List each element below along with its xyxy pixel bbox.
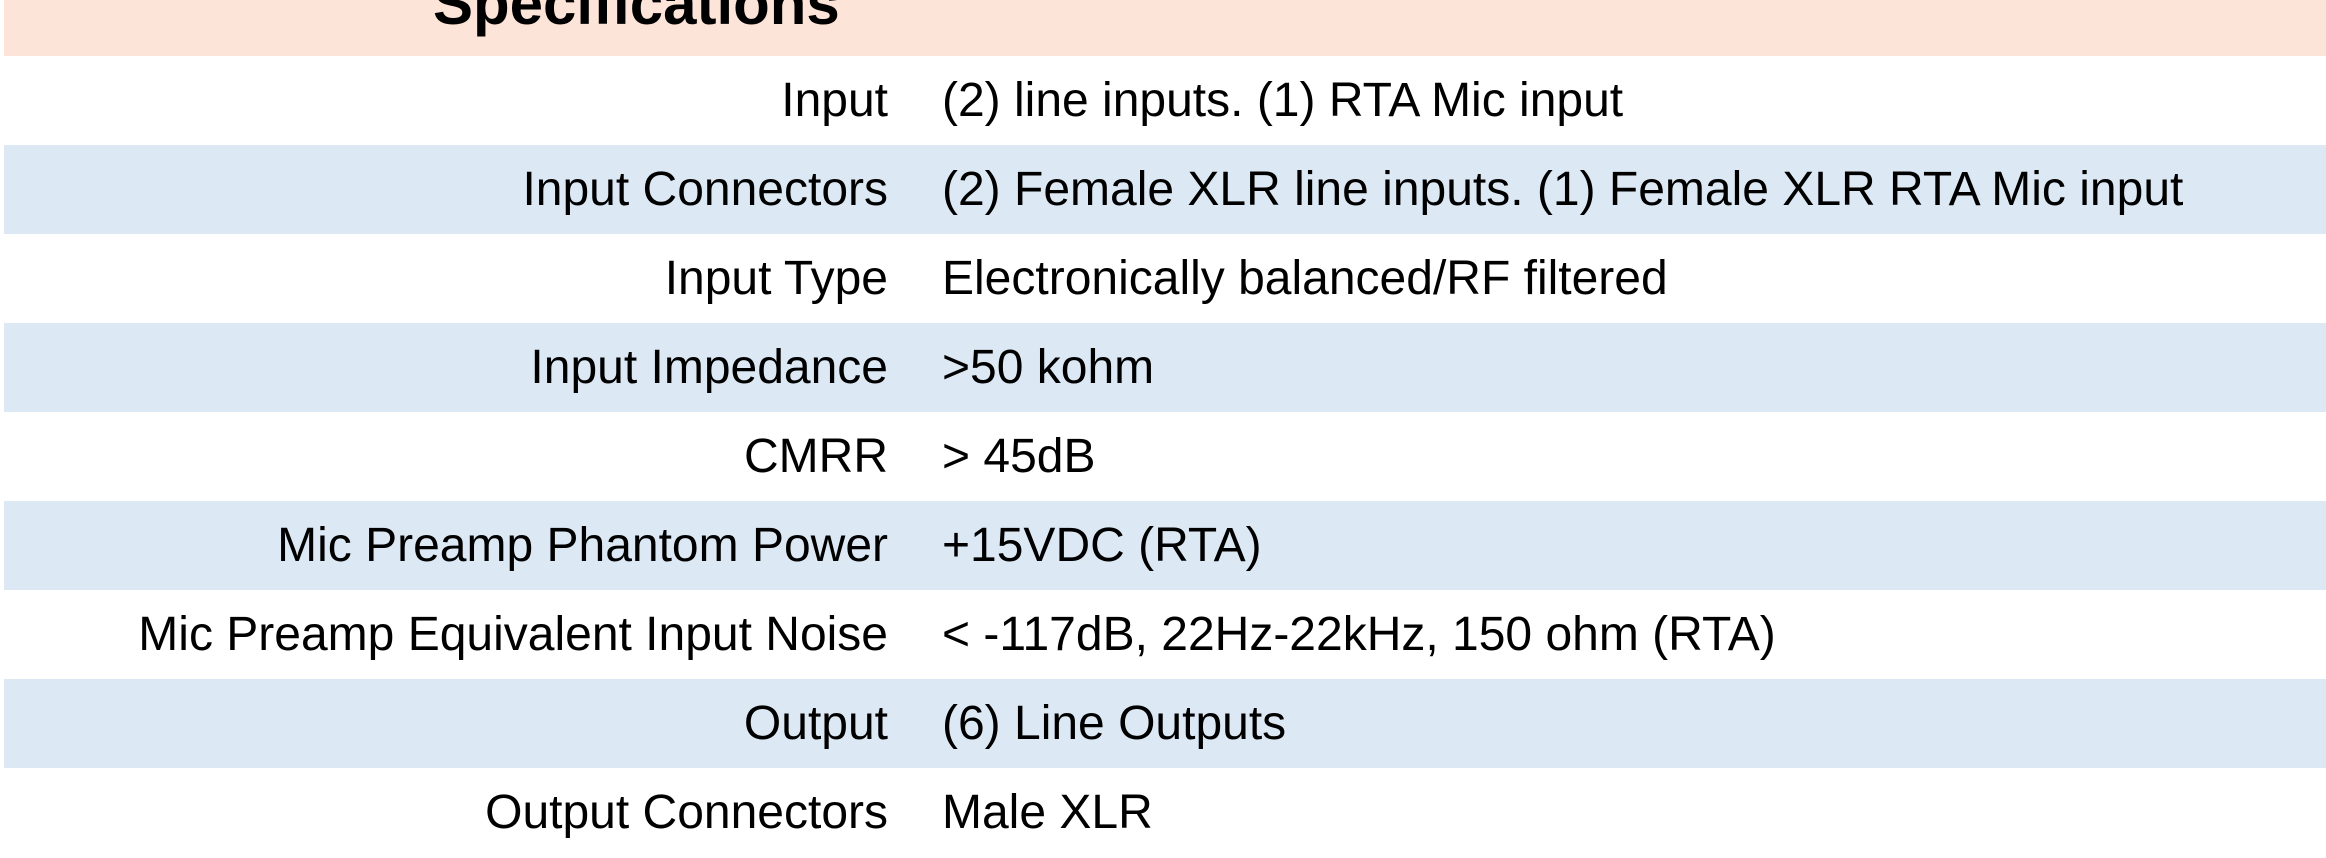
section-header: Specifications — [4, 0, 2326, 56]
spec-label: Input Type — [664, 252, 888, 305]
spec-label: Input Connectors — [522, 163, 888, 216]
spec-row-input-noise: Mic Preamp Equivalent Input Noise < -117… — [4, 590, 2326, 679]
spec-table: Input (2) line inputs. (1) RTA Mic input… — [4, 56, 2326, 857]
spec-label: Mic Preamp Equivalent Input Noise — [138, 608, 888, 661]
spec-label: Output — [743, 697, 888, 750]
spec-label: Mic Preamp Phantom Power — [277, 519, 888, 572]
spec-row-cmrr: CMRR > 45dB — [4, 412, 2326, 501]
spec-label: CMRR — [744, 430, 888, 483]
spec-value: > 45dB — [942, 430, 1096, 483]
spec-row-input-type: Input Type Electronically balanced/RF fi… — [4, 234, 2326, 323]
spec-label: Output Connectors — [485, 786, 888, 839]
spec-value: (2) line inputs. (1) RTA Mic input — [942, 74, 1624, 127]
spec-label: Input Impedance — [530, 341, 888, 394]
spec-row-output-connectors: Output Connectors Male XLR — [4, 768, 2326, 857]
spec-value: >50 kohm — [942, 341, 1155, 394]
spec-value: +15VDC (RTA) — [942, 519, 1262, 572]
spec-value: Electronically balanced/RF filtered — [942, 252, 1668, 305]
spec-row-input-connectors: Input Connectors (2) Female XLR line inp… — [4, 145, 2326, 234]
spec-value: (2) Female XLR line inputs. (1) Female X… — [942, 163, 2184, 216]
section-title: Specifications — [433, 0, 840, 37]
spec-value: < -117dB, 22Hz-22kHz, 150 ohm (RTA) — [942, 608, 1776, 661]
spec-row-input-impedance: Input Impedance >50 kohm — [4, 323, 2326, 412]
spec-row-phantom-power: Mic Preamp Phantom Power +15VDC (RTA) — [4, 501, 2326, 590]
spec-value: Male XLR — [942, 786, 1153, 839]
spec-row-output: Output (6) Line Outputs — [4, 679, 2326, 768]
spec-row-input: Input (2) line inputs. (1) RTA Mic input — [4, 56, 2326, 145]
spec-label: Input — [781, 74, 888, 127]
spec-sheet: Specifications Input (2) line inputs. (1… — [0, 0, 2326, 858]
spec-value: (6) Line Outputs — [942, 697, 1287, 750]
